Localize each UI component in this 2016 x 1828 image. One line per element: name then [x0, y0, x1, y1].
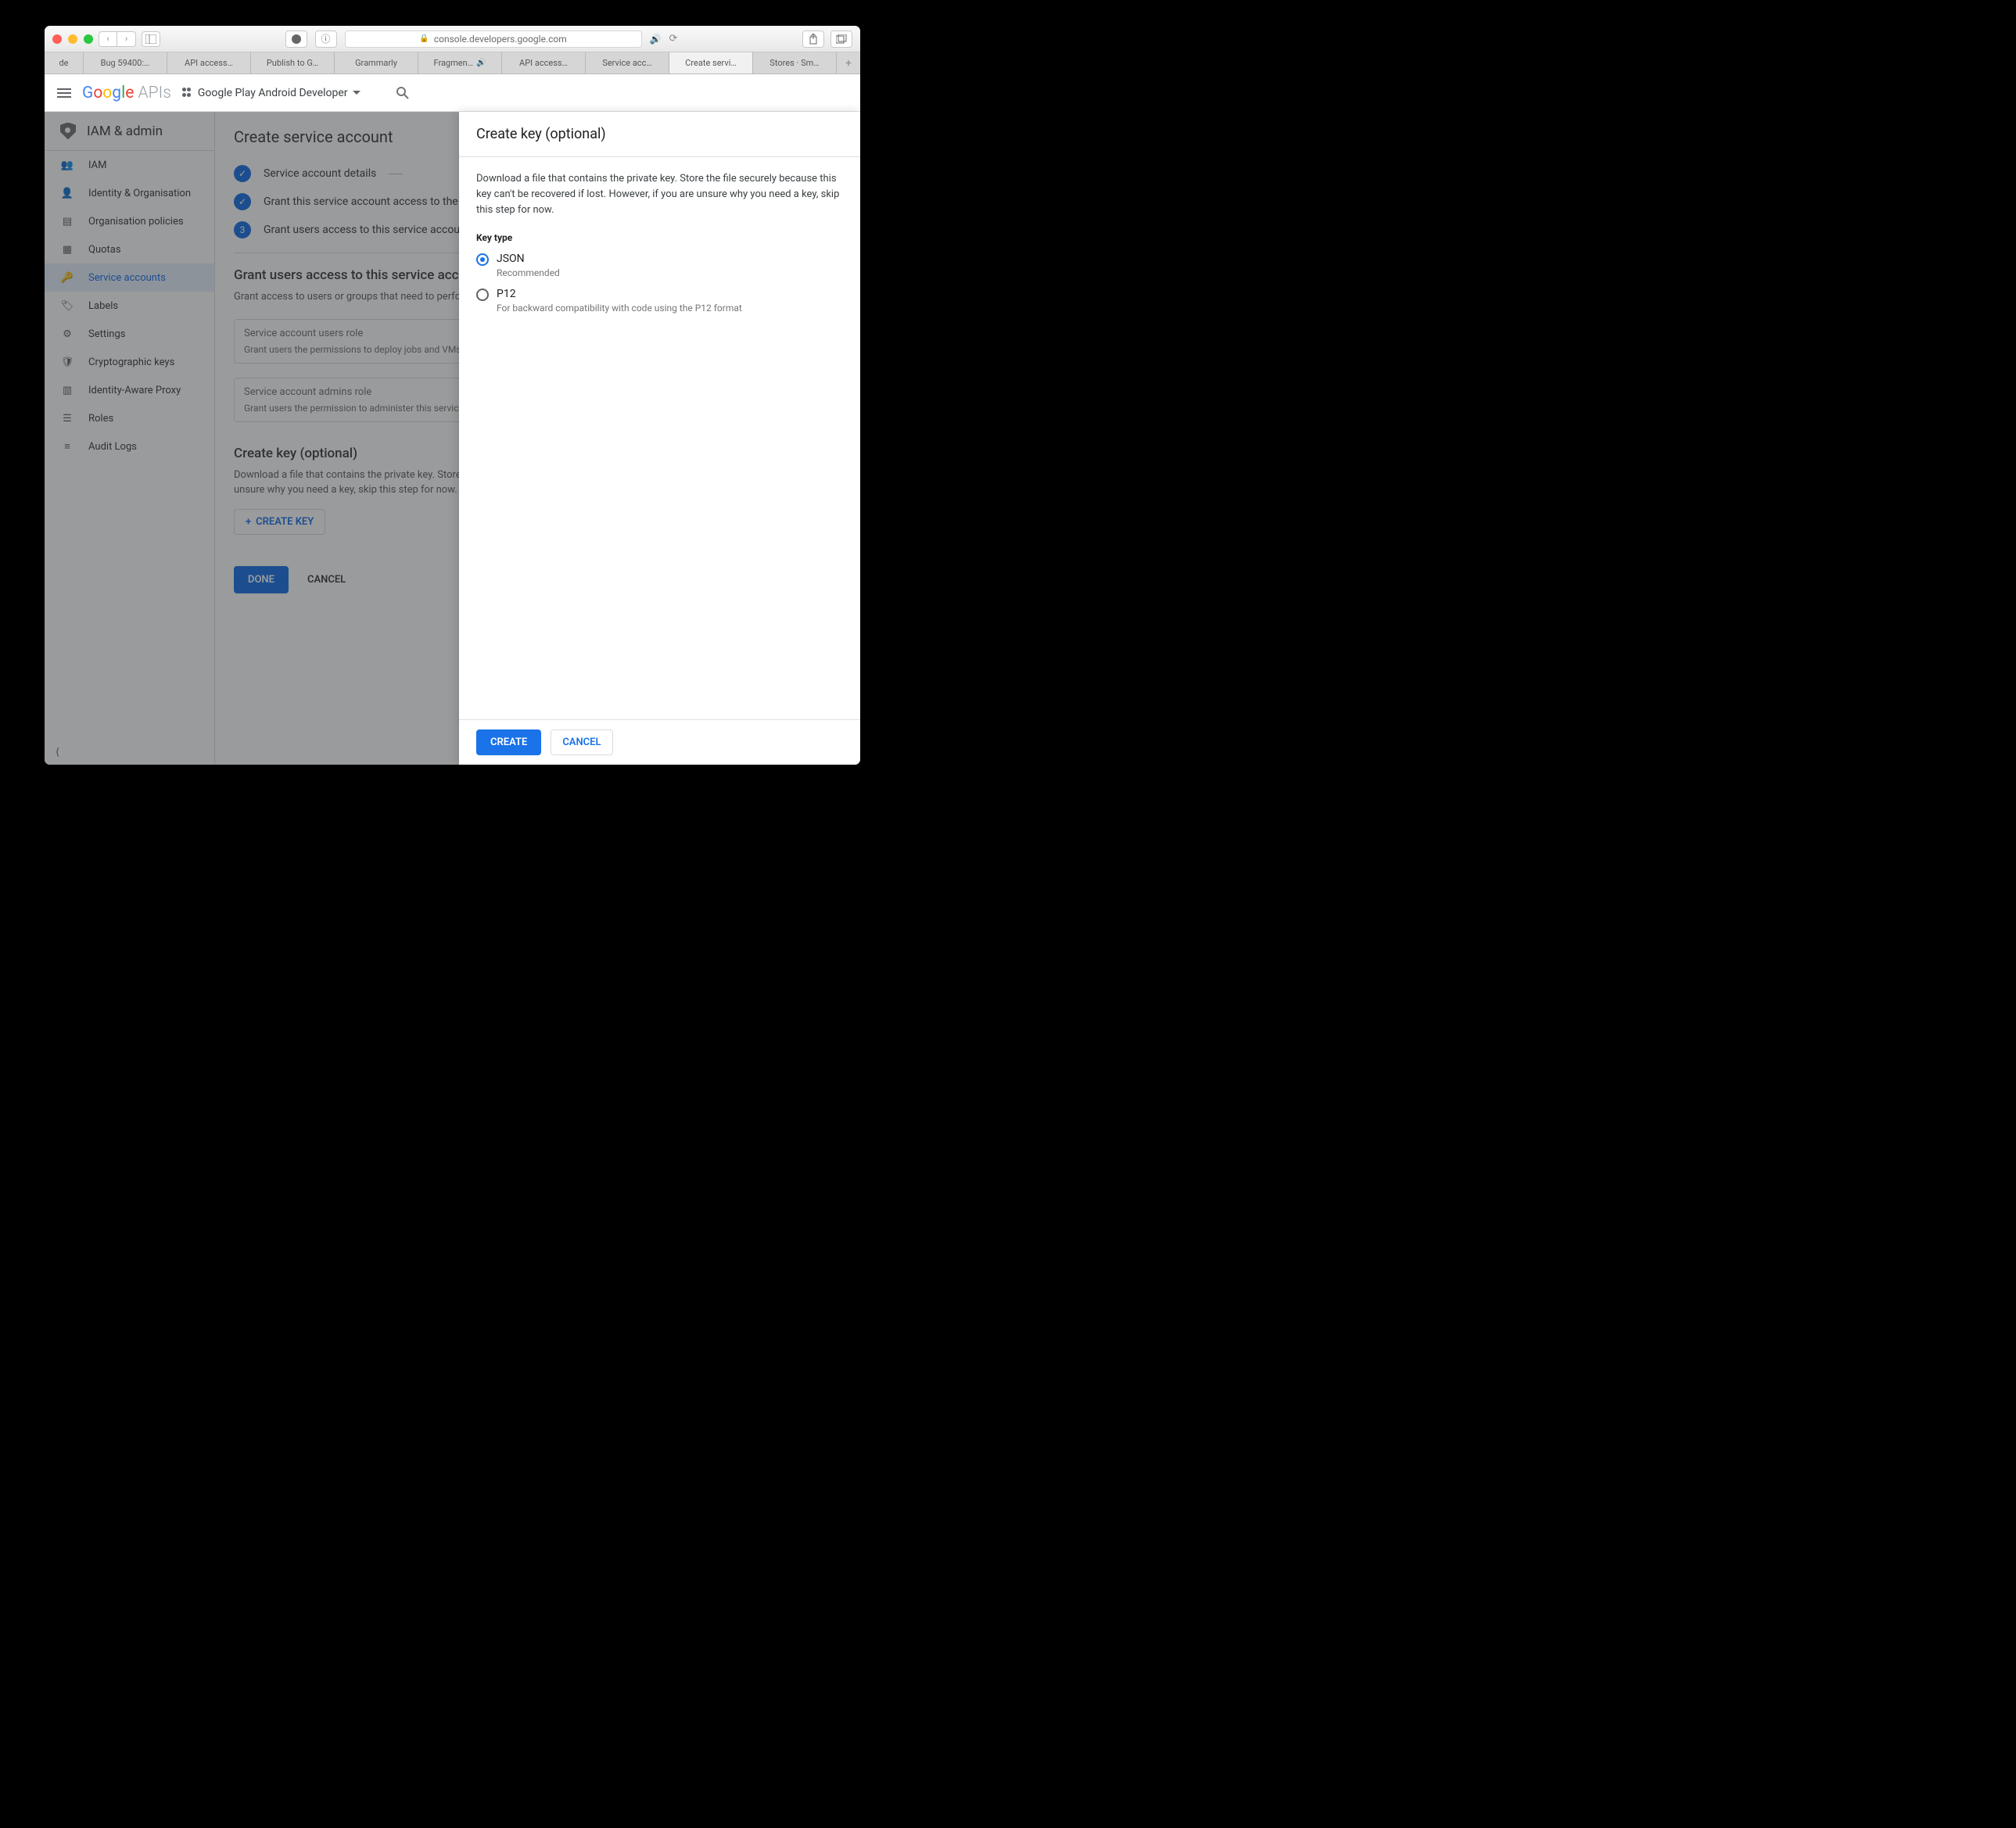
grammarly-ext-icon[interactable] [285, 30, 307, 48]
tab-fragmen[interactable]: Fragmen…🔊 [418, 52, 502, 73]
radio-json[interactable]: JSON Recommended [476, 248, 843, 283]
project-selector[interactable]: Google Play Android Developer [182, 87, 361, 99]
tab-api1[interactable]: API access… [167, 52, 251, 73]
panel-title: Create key (optional) [459, 112, 860, 157]
minimize-window-icon[interactable] [68, 34, 77, 44]
google-header: Google APIs Google Play Android Develope… [45, 74, 860, 112]
tab-de[interactable]: de [45, 52, 84, 73]
audio-icon: 🔊 [476, 59, 486, 67]
address-area: ⓘ 🔒 console.developers.google.com 🔊 ⟳ [166, 30, 797, 48]
zoom-window-icon[interactable] [84, 34, 93, 44]
panel-cancel-button[interactable]: CANCEL [551, 729, 612, 755]
page-content: Google APIs Google Play Android Develope… [45, 74, 860, 765]
tab-bar: de Bug 59400:… API access… Publish to G…… [45, 52, 860, 74]
create-key-panel: Create key (optional) Download a file th… [459, 112, 860, 765]
traffic-lights [52, 34, 93, 44]
tab-stores[interactable]: Stores · Sm… [753, 52, 837, 73]
share-icon[interactable] [802, 30, 824, 48]
key-type-heading: Key type [476, 232, 843, 243]
tab-create-svc[interactable]: Create servi… [669, 52, 753, 73]
forward-button[interactable]: › [117, 31, 136, 47]
project-name: Google Play Android Developer [198, 87, 348, 99]
radio-sublabel: Recommended [497, 267, 560, 278]
panel-actions: CREATE CANCEL [459, 719, 860, 765]
radio-p12[interactable]: P12 For backward compatibility with code… [476, 283, 843, 318]
body-area: IAM & admin 👥IAM 👤Identity & Organisatio… [45, 112, 860, 765]
panel-body: Download a file that contains the privat… [459, 157, 860, 719]
reload-icon[interactable]: ⟳ [669, 33, 678, 45]
sidebar-button[interactable] [142, 31, 160, 47]
search-icon[interactable] [387, 81, 418, 105]
chevron-down-icon [353, 91, 361, 95]
radio-sublabel: For backward compatibility with code usi… [497, 303, 742, 314]
radio-label: JSON [497, 253, 560, 265]
toolbar-right [802, 30, 852, 48]
panel-create-button[interactable]: CREATE [476, 729, 541, 755]
back-button[interactable]: ‹ [99, 31, 117, 47]
tab-publish[interactable]: Publish to G… [251, 52, 335, 73]
new-tab-button[interactable]: + [837, 52, 860, 73]
safari-window: ‹ › ⓘ 🔒 console.developers.google.com 🔊 … [45, 26, 860, 765]
google-apis-logo[interactable]: Google APIs [82, 84, 171, 102]
tab-svc-acc[interactable]: Service acc… [586, 52, 669, 73]
titlebar: ‹ › ⓘ 🔒 console.developers.google.com 🔊 … [45, 26, 860, 52]
nav-buttons: ‹ › [99, 31, 136, 47]
panel-desc: Download a file that contains the privat… [476, 171, 843, 218]
radio-icon [476, 253, 489, 266]
search-area [387, 81, 848, 105]
url-text: console.developers.google.com [434, 34, 567, 45]
info-icon[interactable]: ⓘ [315, 30, 337, 48]
radio-icon [476, 289, 489, 301]
radio-label: P12 [497, 288, 742, 300]
tab-grammarly[interactable]: Grammarly [335, 52, 418, 73]
tab-bug[interactable]: Bug 59400:… [84, 52, 167, 73]
address-bar[interactable]: 🔒 console.developers.google.com [345, 30, 642, 48]
menu-icon[interactable] [57, 88, 71, 98]
audio-icon[interactable]: 🔊 [650, 34, 662, 45]
lock-icon: 🔒 [419, 34, 429, 43]
close-window-icon[interactable] [52, 34, 62, 44]
tab-api2[interactable]: API access… [502, 52, 586, 73]
tabs-icon[interactable] [830, 30, 852, 48]
